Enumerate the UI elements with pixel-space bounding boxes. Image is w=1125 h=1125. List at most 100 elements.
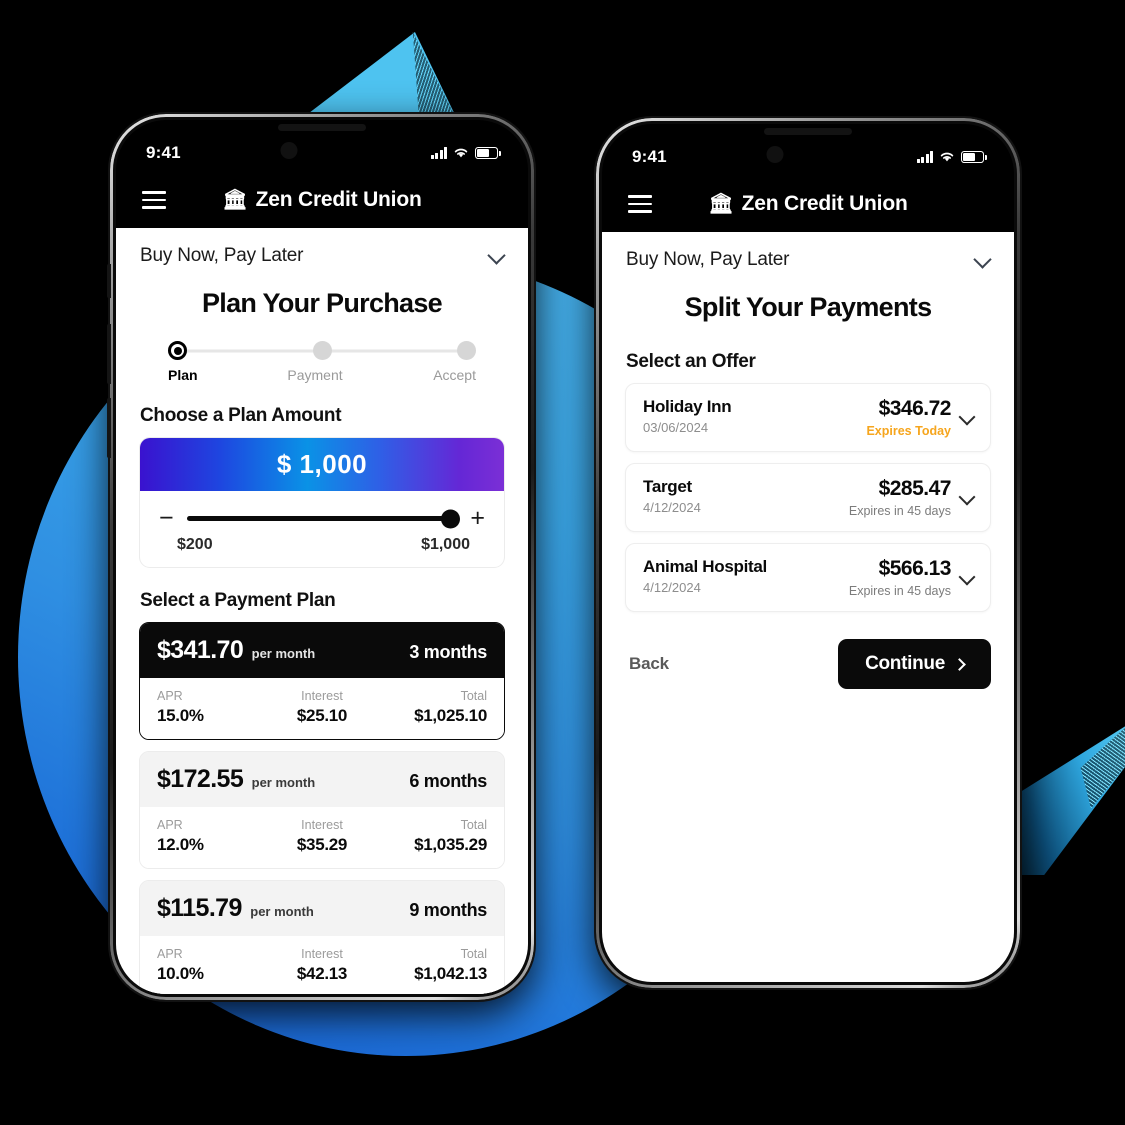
chevron-down-icon[interactable] (975, 253, 990, 268)
plan-monthly-amount: $115.79 (157, 894, 242, 922)
slider-thumb[interactable] (441, 509, 461, 528)
amount-display: $ 1,000 (140, 438, 504, 491)
plan-term: 9 months (409, 900, 487, 920)
phone-mockup-left: 9:41 🏛 Zen Credit Union Buy Now, Pay Lat… (107, 114, 534, 1000)
plan-per-month-label: per month (251, 775, 316, 790)
amount-slider[interactable] (186, 509, 461, 528)
step-dot-accept[interactable] (457, 341, 476, 360)
slider-min-label: $200 (177, 536, 213, 553)
step-label-accept: Accept (433, 367, 476, 383)
slider-max-label: $1,000 (421, 536, 470, 553)
plus-icon[interactable]: + (470, 506, 485, 531)
battery-icon (475, 147, 501, 159)
phone-volume-down-button[interactable] (107, 398, 111, 458)
offer-expiry-badge: Expires in 45 days (848, 584, 951, 598)
plan-apr-column: APR 12.0% (157, 818, 267, 855)
cellular-signal-icon (916, 151, 933, 163)
offer-card[interactable]: Holiday Inn 03/06/2024 $346.72 Expires T… (625, 383, 991, 452)
app-bar-left: 🏛 Zen Credit Union (116, 172, 528, 228)
screen-right: 9:41 🏛 Zen Credit Union Buy Now, Pay Lat… (602, 124, 1014, 982)
offer-list: Holiday Inn 03/06/2024 $346.72 Expires T… (602, 383, 1014, 623)
offer-card[interactable]: Target 4/12/2024 $285.47 Expires in 45 d… (625, 463, 991, 532)
plan-interest-value: $35.29 (296, 835, 348, 854)
chevron-down-icon[interactable] (961, 491, 975, 505)
earpiece-speaker (764, 128, 852, 135)
plan-interest-label: Interest (301, 818, 343, 832)
chevron-down-icon[interactable] (961, 571, 975, 585)
plan-apr-value: 10.0% (157, 964, 204, 983)
brand-name: Zen Credit Union (741, 192, 908, 215)
offer-date: 4/12/2024 (643, 580, 701, 595)
plan-total-value: $1,025.10 (414, 706, 487, 725)
plan-card[interactable]: $172.55 per month 6 months APR 12.0% Int… (139, 751, 505, 869)
plan-apr-column: APR 10.0% (157, 947, 267, 984)
screen-left: 9:41 🏛 Zen Credit Union Buy Now, Pay Lat… (116, 120, 528, 994)
plan-total-label: Total (460, 947, 487, 961)
plan-monthly-amount: $341.70 (157, 636, 244, 664)
offer-expiry-badge: Expires Today (866, 424, 951, 438)
content-sheet-right: Buy Now, Pay Later Split Your Payments S… (602, 232, 1014, 982)
offers-section-label: Select an Offer (626, 351, 756, 372)
cellular-signal-icon (430, 147, 447, 159)
plan-apr-value: 15.0% (157, 706, 204, 725)
plan-total-column: Total $1,042.13 (377, 947, 487, 984)
plan-apr-column: APR 15.0% (157, 689, 267, 726)
amount-section-label: Choose a Plan Amount (140, 405, 342, 426)
phone-mute-button[interactable] (107, 264, 111, 298)
plan-interest-label: Interest (301, 689, 343, 703)
hamburger-menu-icon[interactable] (628, 195, 652, 213)
continue-button[interactable]: Continue (838, 639, 991, 689)
phone-volume-up-button[interactable] (107, 324, 111, 384)
app-bar-right: 🏛 Zen Credit Union (602, 176, 1014, 232)
step-dot-plan[interactable] (168, 341, 187, 360)
offer-merchant: Animal Hospital (643, 557, 767, 576)
chevron-down-icon[interactable] (961, 411, 975, 425)
sheet-label-left: Buy Now, Pay Later (140, 245, 304, 266)
plan-monthly-amount: $172.55 (157, 765, 244, 793)
offer-card[interactable]: Animal Hospital 4/12/2024 $566.13 Expire… (625, 543, 991, 612)
brand-name: Zen Credit Union (255, 188, 422, 211)
plan-apr-value: 12.0% (157, 835, 204, 854)
sheet-label-right: Buy Now, Pay Later (626, 249, 790, 270)
wifi-icon (454, 148, 468, 158)
offer-date: 4/12/2024 (643, 500, 701, 515)
plan-total-column: Total $1,035.29 (377, 818, 487, 855)
action-bar: Back Continue (602, 623, 1014, 689)
content-sheet-left: Buy Now, Pay Later Plan Your Purchase Pl… (116, 228, 528, 994)
offer-expiry-badge: Expires in 45 days (848, 504, 951, 518)
front-camera-icon (766, 146, 784, 163)
plan-total-label: Total (460, 689, 487, 703)
offer-amount: $566.13 (878, 557, 952, 580)
hamburger-menu-icon[interactable] (142, 191, 166, 209)
plan-card[interactable]: $115.79 per month 9 months APR 10.0% Int… (139, 880, 505, 994)
plan-interest-column: Interest $42.13 (267, 947, 377, 984)
sheet-header-right[interactable]: Buy Now, Pay Later (602, 232, 1014, 284)
payment-plan-list: $341.70 per month 3 months APR 15.0% Int… (116, 622, 528, 994)
earpiece-speaker (278, 124, 366, 131)
plan-interest-column: Interest $25.10 (267, 689, 377, 726)
wifi-icon (940, 152, 954, 162)
plan-interest-value: $25.10 (296, 706, 348, 725)
plan-section-label: Select a Payment Plan (140, 590, 336, 611)
plan-term: 6 months (409, 771, 487, 791)
offer-merchant: Holiday Inn (643, 397, 732, 416)
minus-icon[interactable]: − (159, 506, 174, 531)
plan-card[interactable]: $341.70 per month 3 months APR 15.0% Int… (139, 622, 505, 740)
brand-title-right: 🏛 Zen Credit Union (602, 192, 1014, 216)
chevron-down-icon[interactable] (489, 249, 504, 264)
sheet-header-left[interactable]: Buy Now, Pay Later (116, 228, 528, 280)
status-time: 9:41 (632, 147, 667, 166)
battery-icon (961, 151, 987, 163)
step-dot-payment[interactable] (312, 341, 332, 360)
plan-term: 3 months (409, 642, 487, 662)
offer-amount: $346.72 (878, 397, 952, 420)
plan-interest-column: Interest $35.29 (267, 818, 377, 855)
bank-icon: 🏛 (222, 189, 248, 211)
bank-icon: 🏛 (708, 193, 734, 215)
back-button[interactable]: Back (629, 654, 669, 674)
plan-per-month-label: per month (250, 904, 314, 919)
plan-total-value: $1,042.13 (414, 964, 487, 983)
page-title-left: Plan Your Purchase (202, 288, 443, 318)
plan-total-label: Total (460, 818, 487, 832)
plan-total-column: Total $1,025.10 (377, 689, 487, 726)
